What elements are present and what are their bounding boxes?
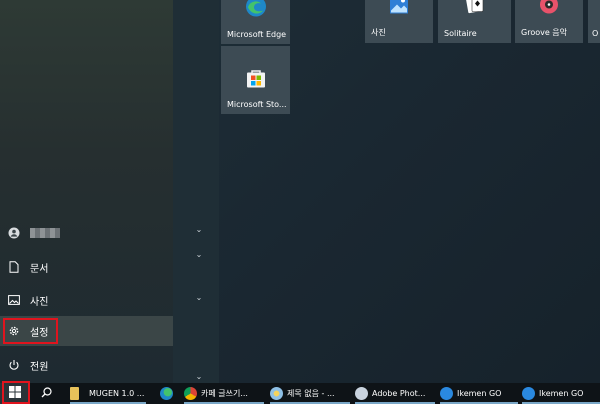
- cards-icon: [465, 0, 485, 18]
- taskbar-item-label: Ikemen GO: [539, 389, 584, 398]
- pictures-button[interactable]: 사진: [0, 285, 173, 315]
- tile-photos[interactable]: 사진: [365, 0, 433, 43]
- tile-partial[interactable]: O: [588, 0, 600, 43]
- tile-microsoft-edge[interactable]: Microsoft Edge: [221, 0, 290, 44]
- picture-icon: [7, 293, 21, 307]
- app-list-column: [173, 0, 219, 383]
- user-account-button[interactable]: [0, 218, 173, 248]
- tile-label: O: [592, 29, 599, 38]
- power-icon: [7, 358, 21, 372]
- taskbar-item-label: 제목 없음 - ...: [287, 389, 335, 398]
- tile-label: Solitaire: [444, 29, 477, 38]
- ikemen-icon: [440, 387, 453, 400]
- taskbar-edge[interactable]: [155, 383, 177, 404]
- pictures-label: 사진: [30, 296, 49, 308]
- taskbar-item-label: Adobe Phot...: [372, 389, 426, 398]
- settings-highlight-box: [3, 318, 58, 344]
- documents-button[interactable]: 문서: [0, 252, 173, 282]
- taskbar-item-ikemen-1[interactable]: Ikemen GO: [440, 383, 518, 404]
- taskbar-item-mugen[interactable]: MUGEN 1.0 ...: [70, 383, 146, 404]
- tile-label: Microsoft Sto...: [227, 100, 287, 109]
- tile-solitaire[interactable]: Solitaire: [438, 0, 511, 43]
- taskbar-item-photoshop[interactable]: Adobe Phot...: [355, 383, 435, 404]
- tile-groove-music[interactable]: Groove 음악: [515, 0, 583, 43]
- taskbar-item-label: Ikemen GO: [457, 389, 502, 398]
- taskbar-item-chrome[interactable]: 카페 글쓰기...: [184, 383, 264, 404]
- power-label: 전원: [30, 361, 49, 373]
- music-disc-icon: [539, 0, 559, 18]
- tile-microsoft-store[interactable]: Microsoft Sto...: [221, 46, 290, 114]
- paint-palette-icon: [270, 387, 283, 400]
- tile-label: Microsoft Edge: [227, 30, 287, 39]
- edge-icon: [245, 0, 267, 21]
- photoshop-icon: [355, 387, 368, 400]
- chrome-icon: [184, 387, 197, 400]
- chevron-down-icon[interactable]: ⌄: [194, 293, 204, 302]
- store-bag-icon: [245, 68, 267, 93]
- photos-icon: [389, 0, 409, 18]
- chevron-down-icon[interactable]: ⌄: [194, 372, 204, 381]
- tile-label: Groove 음악: [521, 28, 568, 37]
- folder-icon: [70, 387, 79, 400]
- power-button[interactable]: 전원: [0, 350, 173, 380]
- taskbar-item-label: MUGEN 1.0 ...: [89, 389, 145, 398]
- start-button-highlight-box: [2, 381, 30, 404]
- chevron-down-icon[interactable]: ⌄: [194, 250, 204, 259]
- taskbar: MUGEN 1.0 ... 카페 글쓰기... 제목 없음 - ... Adob…: [0, 381, 600, 404]
- search-button[interactable]: [34, 383, 58, 404]
- chevron-down-icon[interactable]: ⌄: [194, 225, 204, 234]
- taskbar-item-ikemen-2[interactable]: Ikemen GO: [522, 383, 600, 404]
- user-avatar-icon: [7, 226, 21, 240]
- documents-label: 문서: [30, 263, 49, 275]
- taskbar-item-label: 카페 글쓰기...: [201, 389, 248, 398]
- tile-label: 사진: [371, 28, 386, 37]
- search-icon: [41, 386, 52, 401]
- ikemen-icon: [522, 387, 535, 400]
- edge-icon: [159, 387, 173, 400]
- document-icon: [7, 260, 21, 274]
- taskbar-item-paint[interactable]: 제목 없음 - ...: [270, 383, 350, 404]
- user-name-blurred: [30, 228, 60, 238]
